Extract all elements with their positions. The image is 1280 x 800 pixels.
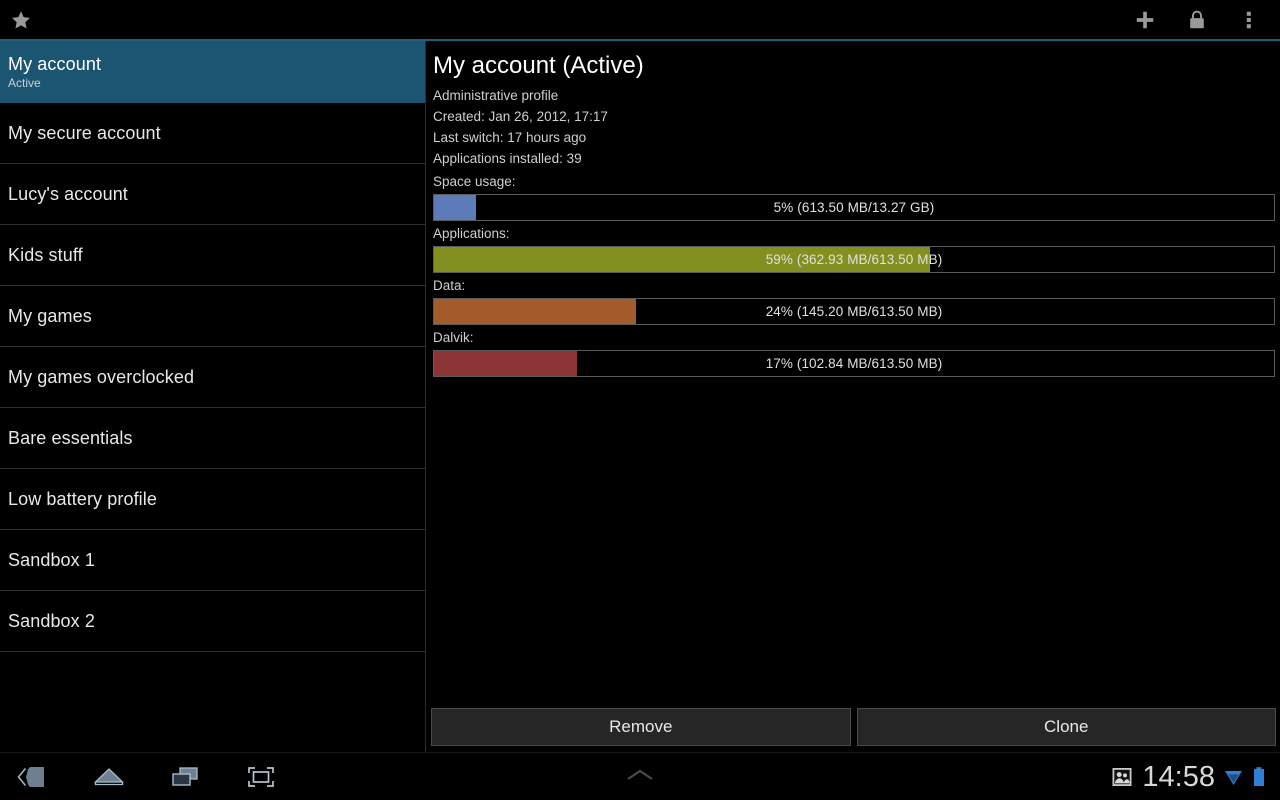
usage-bar: 17% (102.84 MB/613.50 MB) [433,350,1275,377]
chevron-up-icon [620,765,660,790]
system-status-area[interactable]: 14:58 [1111,753,1266,800]
profile-info-line: Last switch: 17 hours ago [433,130,587,145]
star-icon[interactable] [8,7,34,33]
usage-bar-text: 17% (102.84 MB/613.50 MB) [765,356,943,371]
nav-buttons [16,753,278,800]
battery-icon [1252,766,1266,788]
plus-icon[interactable] [1132,7,1158,33]
usage-bar-text: 59% (362.93 MB/613.50 MB) [765,252,943,267]
contacts-icon [1111,766,1133,788]
wifi-icon [1224,767,1243,787]
usage-bar-text: 5% (613.50 MB/13.27 GB) [773,200,935,215]
profile-info-line: Applications installed: 39 [433,151,582,166]
notification-drawer-handle[interactable] [620,753,660,800]
detail-action-buttons: Remove Clone [431,708,1276,746]
page-title: My account (Active) [433,52,644,79]
usage-bar-label: Applications: [433,226,510,241]
list-item-label: My secure account [8,123,161,143]
list-item-label: Sandbox 1 [8,550,95,570]
action-bar-left [0,7,34,33]
usage-bar: 59% (362.93 MB/613.50 MB) [433,246,1275,273]
list-item[interactable]: Kids stuff [0,225,425,286]
list-item-label: My account [8,53,102,74]
list-item-label: My games overclocked [8,367,195,387]
action-bar-right [1132,7,1280,33]
list-item-label: Kids stuff [8,245,83,265]
list-item[interactable]: My account Active [0,41,425,103]
list-item[interactable]: Low battery profile [0,469,425,530]
list-item-status: Active [8,75,41,90]
list-item-label: My games [8,306,92,326]
list-item[interactable]: Sandbox 2 [0,591,425,652]
profile-info-line: Administrative profile [433,88,559,103]
back-icon[interactable] [16,762,50,792]
profile-info-line: Created: Jan 26, 2012, 17:17 [433,109,608,124]
profile-list[interactable]: My account Active My secure account Lucy's … [0,41,426,752]
screenshot-icon[interactable] [244,762,278,792]
system-clock: 14:58 [1142,760,1215,793]
list-item[interactable]: My secure account [0,103,425,164]
usage-bar: 24% (145.20 MB/613.50 MB) [433,298,1275,325]
usage-bar-label: Space usage: [433,174,516,189]
usage-bars: Space usage: 5% (613.50 MB/13.27 GB) Appli… [433,171,1275,377]
list-item[interactable]: Bare essentials [0,408,425,469]
action-bar [0,0,1280,40]
usage-bar-label: Dalvik: [433,330,474,345]
usage-bar: 5% (613.50 MB/13.27 GB) [433,194,1275,221]
list-item-label: Sandbox 2 [8,611,95,631]
list-item-label: Bare essentials [8,428,133,448]
app-root: My account Active My secure account Lucy's … [0,0,1280,800]
list-item[interactable]: My games overclocked [0,347,425,408]
recent-apps-icon[interactable] [168,762,202,792]
profile-detail-panel: My account (Active) Administrative profi… [427,41,1280,752]
list-item[interactable]: My games [0,286,425,347]
remove-button[interactable]: Remove [431,708,851,746]
home-icon[interactable] [92,762,126,792]
list-item-label: Lucy's account [8,184,128,204]
list-item-label: Low battery profile [8,489,157,509]
clone-button[interactable]: Clone [856,708,1276,746]
usage-bar-text: 24% (145.20 MB/613.50 MB) [765,304,943,319]
lock-icon[interactable] [1184,7,1210,33]
usage-bar-label: Data: [433,278,466,293]
overflow-menu-icon[interactable] [1236,7,1262,33]
list-item[interactable]: Sandbox 1 [0,530,425,591]
profile-info-lines: Administrative profile Created: Jan 26, 2… [433,85,1275,169]
list-item[interactable]: Lucy's account [0,164,425,225]
system-navigation-bar: 14:58 [0,752,1280,800]
